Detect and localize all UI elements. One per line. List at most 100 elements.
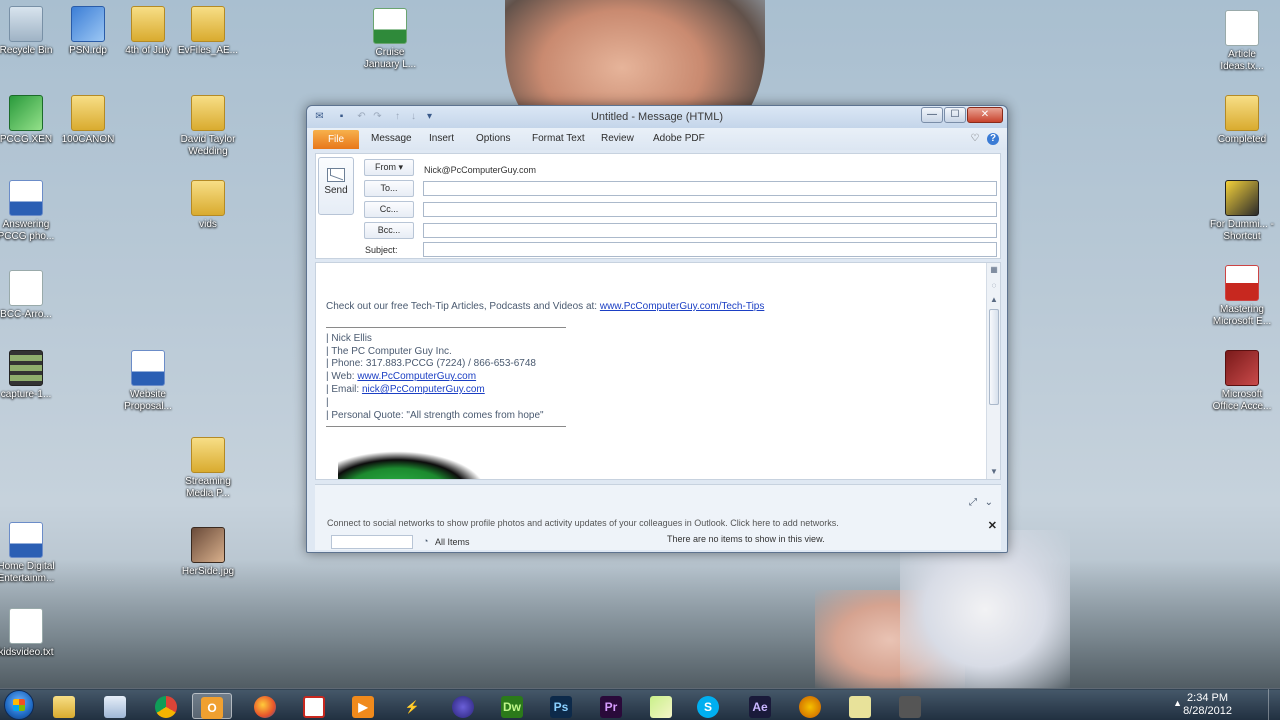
taskbar: O ▶ ⚡ Dw Ps Pr S Ae ▲ 2:34 PM 8/28/2012 <box>0 688 1280 720</box>
taskbar-photoshop[interactable]: Ps <box>541 693 581 719</box>
desktop-icon-evfiles[interactable]: EvFiles_AE... <box>175 6 241 57</box>
taskbar-folders[interactable] <box>95 693 135 719</box>
premiere-icon: Pr <box>600 695 622 718</box>
show-desktop-button[interactable] <box>1268 689 1280 720</box>
desktop-icon-psn-rdp[interactable]: PSN.rdp <box>55 6 121 57</box>
taskbar-after-effects[interactable]: Ae <box>740 693 780 719</box>
minimize-button[interactable]: — <box>921 107 943 123</box>
cc-field[interactable] <box>423 202 997 217</box>
all-items-icon: ◔ <box>423 536 429 546</box>
desktop-icon-kidsvideo[interactable]: kidsvideo.txt <box>0 608 59 659</box>
taskbar-audio[interactable] <box>790 693 830 719</box>
wallpaper-shirt <box>900 530 1070 690</box>
desktop-icon-100canon[interactable]: 100CANON <box>55 95 121 146</box>
to-button[interactable]: To... <box>364 180 414 197</box>
taskbar-dreamweaver[interactable]: Dw <box>492 693 532 719</box>
chevron-down-icon[interactable]: ⌄ <box>985 497 993 508</box>
scroll-down-icon[interactable]: ▼ <box>989 467 999 477</box>
title-bar[interactable]: ✉ ▪ ↶ ↷ ↑ ↓ ▾ Untitled - Message (HTML) … <box>307 106 1007 128</box>
no-items-message: There are no items to show in this view. <box>667 534 825 544</box>
message-body[interactable]: Check out our free Tech-Tip Articles, Po… <box>315 262 1001 480</box>
system-clock[interactable]: 2:34 PM 8/28/2012 <box>1183 692 1232 718</box>
tab-format-text[interactable]: Format Text <box>532 132 585 146</box>
to-field[interactable] <box>423 181 997 196</box>
scroll-option-icon[interactable]: ◌ <box>989 281 999 291</box>
social-networks-message[interactable]: Connect to social networks to show profi… <box>327 518 839 528</box>
desktop-icon-cruise[interactable]: Cruise January L... <box>357 8 423 71</box>
help-icon[interactable]: ? <box>987 133 999 145</box>
desktop-icon-4th-of-july[interactable]: 4th of July <box>115 6 181 57</box>
start-button[interactable] <box>4 690 34 720</box>
desktop-icon-capture[interactable]: capture-1... <box>0 350 59 401</box>
intro-line: Check out our free Tech-Tip Articles, Po… <box>326 301 765 312</box>
desktop-icon-vids[interactable]: vids <box>175 180 241 231</box>
people-search-box[interactable] <box>331 535 413 549</box>
signature-block: Check out our free Tech-Tip Articles, Po… <box>326 301 765 428</box>
desktop-icon-recycle-bin[interactable]: Recycle Bin <box>0 6 59 57</box>
close-social-message-icon[interactable]: ✕ <box>988 519 997 532</box>
desktop-icon-article-ideas[interactable]: Article Ideas.tx... <box>1209 10 1275 73</box>
scroll-up-icon[interactable]: ▲ <box>989 295 999 305</box>
text-file-icon <box>9 608 43 644</box>
from-button[interactable]: From ▾ <box>364 159 414 176</box>
maximize-button[interactable]: ☐ <box>944 107 966 123</box>
desktop-icon-mastering-ms[interactable]: Mastering Microsoft E... <box>1209 265 1275 328</box>
clock-date: 8/28/2012 <box>1183 705 1232 717</box>
bcc-field[interactable] <box>423 223 997 238</box>
taskbar-utility[interactable]: ⚡ <box>392 693 432 719</box>
tray-expand-icon[interactable]: ▲ <box>1173 698 1182 708</box>
desktop-icon-ms-access[interactable]: Microsoft Office Acce... <box>1209 350 1275 413</box>
sig-blank: | <box>326 396 329 408</box>
tab-file[interactable]: File <box>313 130 359 149</box>
tab-message[interactable]: Message <box>371 132 412 146</box>
taskbar-sticky[interactable] <box>840 693 880 719</box>
taskbar-media[interactable]: ▶ <box>343 693 383 719</box>
taskbar-notes[interactable] <box>641 693 681 719</box>
bcc-button[interactable]: Bcc... <box>364 222 414 239</box>
desktop-icon-herside[interactable]: HerSide.jpg <box>175 527 241 578</box>
desktop-icon-pccg-xen[interactable]: PCCG.XEN <box>0 95 59 146</box>
email-link[interactable]: nick@PcComputerGuy.com <box>362 384 485 395</box>
taskbar-firefox[interactable] <box>245 693 285 719</box>
desktop-icon-streaming-media[interactable]: Streaming Media P... <box>175 437 241 500</box>
compose-header: Send From ▾ Nick@PcComputerGuy.com To...… <box>315 153 1001 259</box>
desktop-icon-bcc-arrow[interactable]: BCC-Arro... <box>0 270 59 321</box>
expand-people-pane-icon[interactable]: ⤢ <box>969 497 977 508</box>
tab-options[interactable]: Options <box>476 132 510 146</box>
taskbar-premiere[interactable]: Pr <box>591 693 631 719</box>
dreamweaver-icon: Dw <box>501 695 523 718</box>
image-file-icon <box>191 527 225 563</box>
image-file-icon <box>9 270 43 306</box>
body-scrollbar[interactable]: ▦ ◌ ▲ ▼ <box>986 263 1000 479</box>
cc-button[interactable]: Cc... <box>364 201 414 218</box>
tab-adobe-pdf[interactable]: Adobe PDF <box>653 132 705 146</box>
taskbar-skype[interactable]: S <box>688 693 728 719</box>
taskbar-acrobat[interactable] <box>294 693 334 719</box>
taskbar-eclipse[interactable] <box>443 693 483 719</box>
firefox-icon <box>254 695 276 718</box>
subject-field[interactable] <box>423 242 997 257</box>
desktop-icon-home-digital[interactable]: Home Digital Entertainm... <box>0 522 59 585</box>
desktop-icon-website-proposal[interactable]: Website Proposal... <box>115 350 181 413</box>
message-window[interactable]: ✉ ▪ ↶ ↷ ↑ ↓ ▾ Untitled - Message (HTML) … <box>306 105 1008 553</box>
website-link[interactable]: www.PcComputerGuy.com <box>357 371 476 382</box>
taskbar-tools[interactable] <box>890 693 930 719</box>
all-items-filter[interactable]: All Items <box>435 537 470 547</box>
taskbar-outlook[interactable]: O <box>192 693 232 719</box>
tab-insert[interactable]: Insert <box>429 132 454 146</box>
scroll-thumb[interactable] <box>989 309 999 405</box>
tech-tips-link[interactable]: www.PcComputerGuy.com/Tech-Tips <box>600 301 765 312</box>
ruler-icon[interactable]: ▦ <box>989 265 999 275</box>
close-button[interactable]: ✕ <box>967 107 1003 123</box>
send-button[interactable]: Send <box>318 157 354 215</box>
taskbar-explorer[interactable] <box>44 693 84 719</box>
desktop-icon-david-taylor[interactable]: David Taylor Wedding <box>175 95 241 158</box>
skype-icon: S <box>697 695 719 718</box>
access-icon <box>1225 350 1259 386</box>
expand-ribbon-icon[interactable]: ♡ <box>969 133 981 145</box>
desktop-icon-for-dummies[interactable]: For Dummi... - Shortcut <box>1209 180 1275 243</box>
taskbar-chrome[interactable] <box>146 693 186 719</box>
desktop-icon-answering-pccg[interactable]: Answering PCCG pho... <box>0 180 59 243</box>
desktop-icon-completed[interactable]: Completed <box>1209 95 1275 146</box>
tab-review[interactable]: Review <box>601 132 634 146</box>
